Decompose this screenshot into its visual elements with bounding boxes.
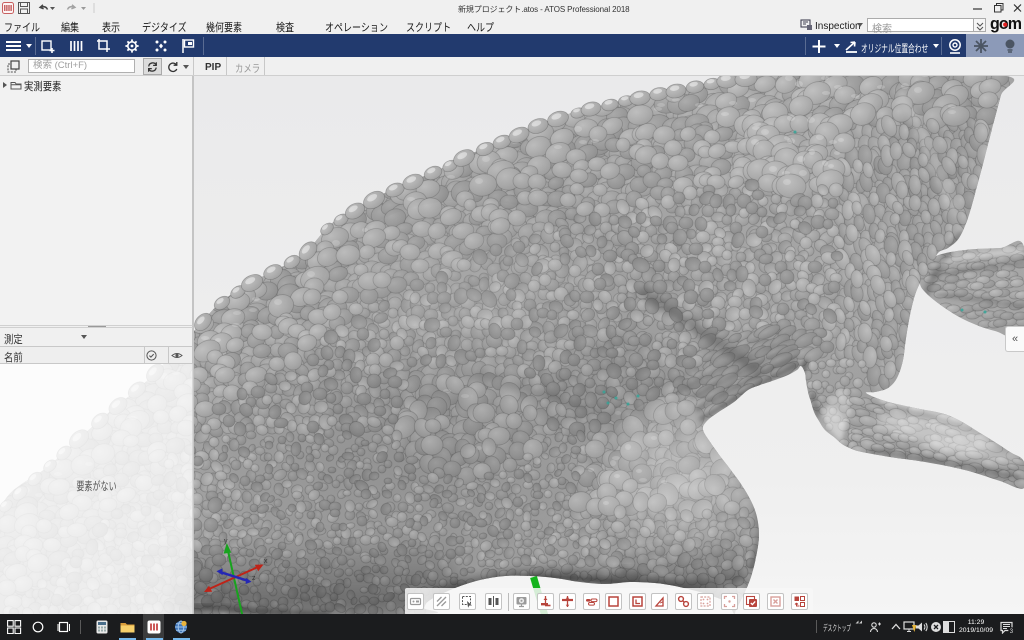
svg-text:x: x [264, 558, 268, 565]
svg-text:y: y [224, 538, 228, 545]
svg-text:z: z [252, 575, 256, 582]
